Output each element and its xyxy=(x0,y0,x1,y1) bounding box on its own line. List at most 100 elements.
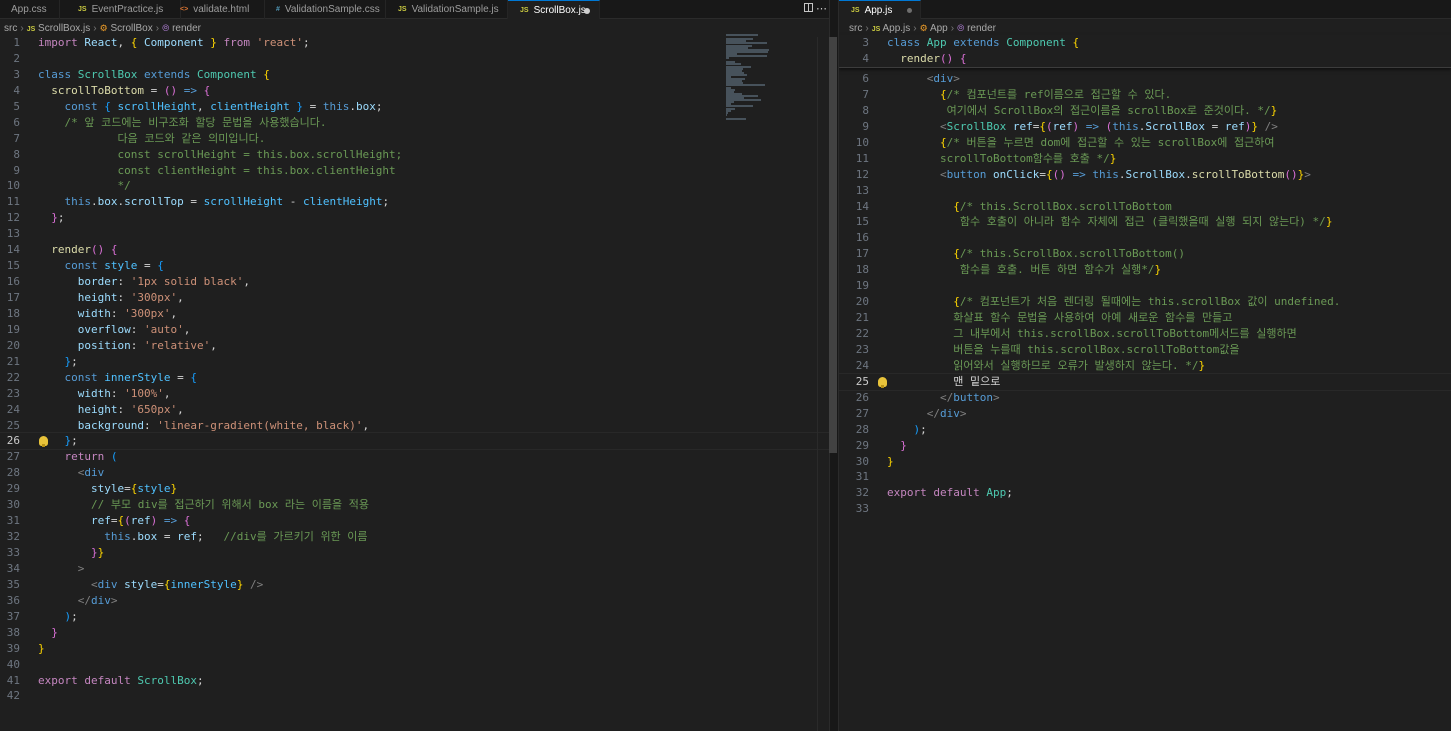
code-line[interactable]: 11 scrollToBottom함수를 호출 */} xyxy=(839,151,1451,167)
code-line[interactable]: 12 }; xyxy=(0,210,829,226)
code-line[interactable]: 24 읽어와서 실행하므로 오류가 발생하지 않는다. */} xyxy=(839,358,1451,374)
code-line[interactable]: 13 xyxy=(839,183,1451,199)
code-line[interactable]: 15 함수 호출이 아니라 함수 자체에 접근 (클릭했을때 실행 되지 않는다… xyxy=(839,214,1451,230)
code-line[interactable]: 7 {/* 컴포넌트를 ref이름으로 접근할 수 있다. xyxy=(839,87,1451,103)
code-line[interactable]: 14 render() { xyxy=(0,242,829,258)
split-editor-icon[interactable] xyxy=(804,3,813,12)
code-line[interactable]: 21 }; xyxy=(0,354,829,370)
breadcrumb-folder[interactable]: src xyxy=(4,23,17,34)
code-line[interactable]: 14 {/* this.ScrollBox.scrollToBottom xyxy=(839,199,1451,215)
code-line[interactable]: 33 }} xyxy=(0,545,829,561)
code-line[interactable]: 22 그 내부에서 this.scrollBox.scrollToBottom메… xyxy=(839,326,1451,342)
breadcrumb-folder[interactable]: src xyxy=(849,23,862,34)
code-line[interactable]: 5 const { scrollHeight, clientHeight } =… xyxy=(0,99,829,115)
code-line[interactable]: 39} xyxy=(0,641,829,657)
code-line[interactable]: 30} xyxy=(839,454,1451,470)
code-line[interactable]: 20 position: 'relative', xyxy=(0,338,829,354)
left-minimap[interactable] xyxy=(726,34,786,124)
code-line[interactable]: 13 xyxy=(0,226,829,242)
breadcrumb-file[interactable]: App.js xyxy=(882,23,910,34)
code-line[interactable]: 27 </div> xyxy=(839,406,1451,422)
code-line[interactable]: 42 xyxy=(0,688,829,704)
code-line[interactable]: 29 } xyxy=(839,438,1451,454)
code-line[interactable]: 10 {/* 버튼을 누르면 dom에 접근할 수 있는 scrollBox에 … xyxy=(839,135,1451,151)
right-editor-pane[interactable]: JS App.js src › JS App.js › ⚙ App › ⦾ render 3c… xyxy=(839,0,1451,731)
tab-validationsample-css[interactable]: # ValidationSample.css xyxy=(264,0,386,19)
code-line[interactable]: 9 <ScrollBox ref={(ref) => (this.ScrollB… xyxy=(839,119,1451,135)
code-line[interactable]: 4 render() { xyxy=(839,51,1451,67)
code-line[interactable]: 8 여기에서 ScrollBox의 접근이름을 scrollBox로 준것이다.… xyxy=(839,103,1451,119)
code-line[interactable]: 9 const clientHeight = this.box.clientHe… xyxy=(0,163,829,179)
code-line[interactable]: 23 버튼을 누를때 this.scrollBox.scrollToBottom… xyxy=(839,342,1451,358)
code-line[interactable]: 7 다음 코드와 같은 의미입니다. xyxy=(0,131,829,147)
code-line[interactable]: 3 class App extends Component { xyxy=(839,35,1451,51)
code-line[interactable]: 20 {/* 컴포넌트가 처음 렌더링 될때에는 this.scrollBox … xyxy=(839,294,1451,310)
code-line[interactable]: 19 xyxy=(839,278,1451,294)
code-line[interactable]: 22 const innerStyle = { xyxy=(0,370,829,386)
left-editor-pane[interactable]: App.css JS EventPractice.js <> validate.ht… xyxy=(0,0,829,731)
code-line[interactable]: 32 export default App; xyxy=(839,485,1451,501)
code-line[interactable]: 16 xyxy=(839,230,1451,246)
code-line[interactable]: 19 overflow: 'auto', xyxy=(0,322,829,338)
more-actions-icon[interactable]: ⋯ xyxy=(816,0,827,19)
code-line[interactable]: 31 xyxy=(839,469,1451,485)
code-line[interactable]: 23 width: '100%', xyxy=(0,386,829,402)
code-line[interactable]: 40 xyxy=(0,657,829,673)
lightbulb-icon[interactable] xyxy=(39,436,48,448)
code-line[interactable]: 31 ref={(ref) => { xyxy=(0,513,829,529)
code-line[interactable]: 32 this.box = ref; //div를 가르키기 위한 이름 xyxy=(0,529,829,545)
tab-app-js[interactable]: JS App.js xyxy=(839,0,921,19)
sticky-scroll-header[interactable]: 3 class App extends Component {4 render()… xyxy=(839,35,1451,68)
code-line[interactable]: 6 /* 앞 코드에는 비구조화 할당 문법을 사용했습니다. xyxy=(0,115,829,131)
right-code-area[interactable]: 6 <div> 7 {/* 컴포넌트를 ref이름으로 접근할 수 있다. 8 여기… xyxy=(839,71,1451,517)
breadcrumb-method[interactable]: render xyxy=(172,23,201,34)
code-line[interactable]: 10 */ xyxy=(0,178,829,194)
code-line[interactable]: 16 border: '1px solid black', xyxy=(0,274,829,290)
left-scrollbar[interactable] xyxy=(829,37,837,453)
code-line[interactable]: 33 xyxy=(839,501,1451,517)
breadcrumb-class[interactable]: App xyxy=(930,23,948,34)
breadcrumb-method[interactable]: render xyxy=(967,23,996,34)
right-scrollbar[interactable] xyxy=(1443,37,1451,731)
code-line[interactable]: 25 맨 밑으로 xyxy=(839,372,1451,391)
code-line[interactable]: 17 height: '300px', xyxy=(0,290,829,306)
code-line[interactable]: 28 ); xyxy=(839,422,1451,438)
code-line[interactable]: 11 this.box.scrollTop = scrollHeight - c… xyxy=(0,194,829,210)
code-line[interactable]: 24 height: '650px', xyxy=(0,402,829,418)
code-line[interactable]: 8 const scrollHeight = this.box.scrollHe… xyxy=(0,147,829,163)
code-line[interactable]: 17 {/* this.ScrollBox.scrollToBottom() xyxy=(839,246,1451,262)
breadcrumb-file[interactable]: ScrollBox.js xyxy=(38,23,90,34)
code-line[interactable]: 4 scrollToBottom = () => { xyxy=(0,83,829,99)
code-line[interactable]: 28 <div xyxy=(0,465,829,481)
left-code-area[interactable]: 1 import React, { Component } from 'react… xyxy=(0,35,829,704)
code-line[interactable]: 18 함수를 호출. 버튼 하면 함수가 실행*/} xyxy=(839,262,1451,278)
code-line[interactable]: 37 ); xyxy=(0,609,829,625)
code-line[interactable]: 12 <button onClick={() => this.ScrollBox… xyxy=(839,167,1451,183)
code-line[interactable]: 6 <div> xyxy=(839,71,1451,87)
unsaved-dot-icon[interactable] xyxy=(584,8,590,14)
tab-eventpractice-js[interactable]: JS EventPractice.js xyxy=(66,0,181,19)
unsaved-dot-icon[interactable] xyxy=(907,8,912,13)
code-line[interactable]: 30 // 부모 div를 접근하기 위해서 box 라는 이름을 적용 xyxy=(0,497,829,513)
code-line[interactable]: 2 xyxy=(0,51,829,67)
code-line[interactable]: 26 }; xyxy=(0,432,829,451)
code-line[interactable]: 34 > xyxy=(0,561,829,577)
code-line[interactable]: 41 export default ScrollBox; xyxy=(0,673,829,689)
code-line[interactable]: 25 background: 'linear-gradient(white, b… xyxy=(0,418,829,434)
code-line[interactable]: 15 const style = { xyxy=(0,258,829,274)
tab-scrollbox-js[interactable]: JS ScrollBox.js xyxy=(508,0,600,19)
lightbulb-icon[interactable] xyxy=(878,376,887,388)
code-line[interactable]: 1 import React, { Component } from 'react… xyxy=(0,35,829,51)
code-line[interactable]: 27 return ( xyxy=(0,449,829,465)
breadcrumb-class[interactable]: ScrollBox xyxy=(110,23,152,34)
tab-validate-html[interactable]: <> validate.html xyxy=(168,0,265,19)
code-line[interactable]: 18 width: '300px', xyxy=(0,306,829,322)
code-line[interactable]: 26 </button> xyxy=(839,390,1451,406)
code-line[interactable]: 38 } xyxy=(0,625,829,641)
code-line[interactable]: 3 class ScrollBox extends Component { xyxy=(0,67,829,83)
code-line[interactable]: 21 화살표 함수 문법을 사용하여 아예 새로운 함수를 만들고 xyxy=(839,310,1451,326)
code-line[interactable]: 35 <div style={innerStyle} /> xyxy=(0,577,829,593)
code-line[interactable]: 36 </div> xyxy=(0,593,829,609)
tab-app-css[interactable]: App.css xyxy=(0,0,60,19)
tab-validationsample-js[interactable]: JS ValidationSample.js xyxy=(386,0,508,19)
